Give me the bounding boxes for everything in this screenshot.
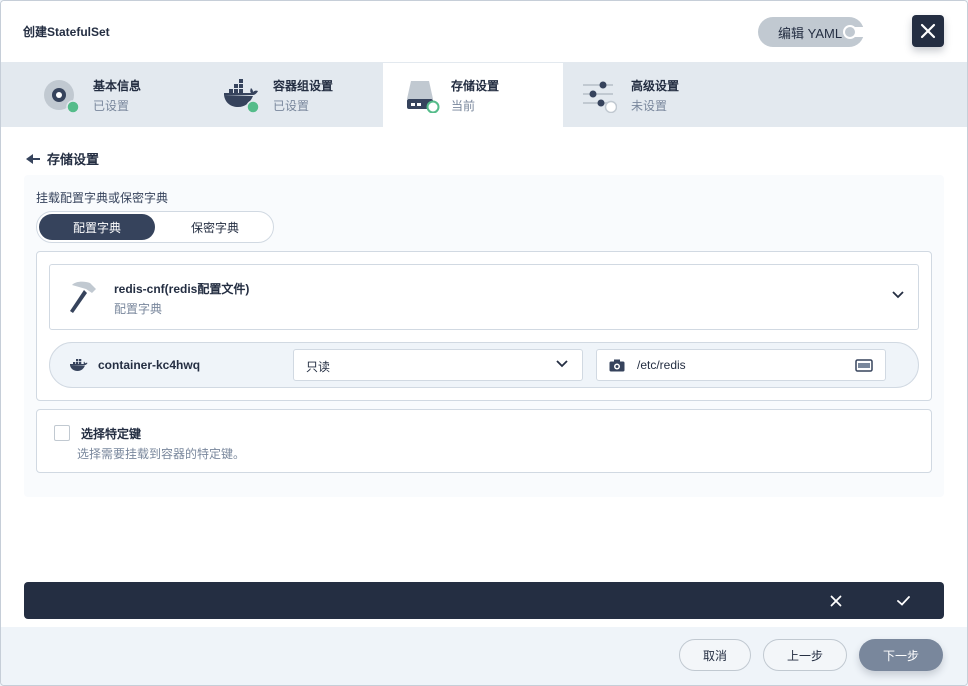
- specific-keys-box: 选择特定键 选择需要挂载到容器的特定键。: [36, 409, 932, 473]
- specific-keys-desc: 选择需要挂载到容器的特定键。: [77, 447, 246, 461]
- modal-title: 创建StatefulSet: [23, 25, 110, 39]
- modal-footer: 取消 上一步 下一步: [1, 627, 967, 685]
- next-step-button[interactable]: 下一步: [859, 639, 943, 671]
- chevron-down-icon: [892, 291, 904, 299]
- section-title: 存储设置: [47, 152, 100, 167]
- step-status: 当前: [451, 99, 476, 113]
- hammer-icon: [70, 281, 96, 313]
- step-name: 高级设置: [631, 79, 680, 93]
- keyboard-icon: [855, 359, 873, 372]
- sliders-icon: [583, 81, 617, 113]
- step-status: 未设置: [631, 99, 668, 113]
- yaml-switch[interactable]: [843, 25, 872, 39]
- mount-label: 挂载配置字典或保密字典: [36, 191, 169, 205]
- edit-yaml-label: 编辑 YAML: [778, 25, 843, 41]
- step-name: 存储设置: [451, 79, 500, 93]
- close-button[interactable]: [912, 15, 944, 47]
- basic-info-icon: [44, 80, 79, 113]
- configmap-name: redis-cnf(redis配置文件): [114, 282, 250, 296]
- segment-configmap[interactable]: 配置字典: [39, 214, 155, 240]
- volume-card: redis-cnf(redis配置文件) 配置字典 container-kc4h…: [36, 251, 932, 401]
- back-arrow-icon: [26, 153, 40, 164]
- close-icon: [830, 595, 842, 607]
- step-advanced-settings[interactable]: 高级设置 未设置: [563, 63, 743, 127]
- toolbar-cancel-button[interactable]: [825, 590, 847, 612]
- specific-keys-checkbox[interactable]: [54, 425, 70, 441]
- step-tabs: 基本信息 已设置 容器组设置 已设置 存储设置 当前 高级设置 未设置: [1, 63, 967, 127]
- step-status: 已设置: [93, 99, 130, 113]
- storage-icon: [407, 81, 440, 113]
- segment-secret[interactable]: 保密字典: [157, 214, 273, 240]
- docker-icon: [70, 359, 88, 371]
- container-mount-row: container-kc4hwq 只读 /etc/redis: [49, 342, 919, 388]
- step-name: 基本信息: [93, 79, 142, 93]
- modal-content: 存储设置 挂载配置字典或保密字典 配置字典 保密字典 redis-cnf(red…: [1, 127, 967, 627]
- modal-header: 创建StatefulSet 编辑 YAML: [1, 1, 967, 63]
- step-pod-settings[interactable]: 容器组设置 已设置: [185, 63, 365, 127]
- step-storage-settings[interactable]: 存储设置 当前: [383, 63, 563, 127]
- source-type-segment: 配置字典 保密字典: [36, 211, 274, 243]
- access-mode-select[interactable]: 只读: [293, 349, 583, 381]
- create-statefulset-modal: 创建StatefulSet 编辑 YAML 基本信息 已设置 容器组设置 已设置…: [0, 0, 968, 686]
- switch-knob: [843, 25, 857, 39]
- docker-icon: [224, 79, 259, 113]
- configmap-select[interactable]: redis-cnf(redis配置文件) 配置字典: [49, 264, 919, 330]
- step-basic-info[interactable]: 基本信息 已设置: [5, 63, 185, 127]
- edit-yaml-toggle[interactable]: 编辑 YAML: [758, 17, 872, 47]
- cancel-button[interactable]: 取消: [679, 639, 751, 671]
- mount-path-value: /etc/redis: [637, 358, 686, 372]
- access-mode-value: 只读: [306, 360, 331, 374]
- camera-icon: [609, 359, 625, 372]
- container-name: container-kc4hwq: [98, 358, 201, 372]
- step-name: 容器组设置: [273, 79, 334, 93]
- back-link[interactable]: 存储设置: [25, 149, 99, 168]
- confirm-toolbar: [24, 582, 944, 619]
- check-icon: [896, 596, 910, 606]
- previous-step-button[interactable]: 上一步: [763, 639, 847, 671]
- step-status: 已设置: [273, 99, 310, 113]
- storage-panel: 挂载配置字典或保密字典 配置字典 保密字典 redis-cnf(redis配置文…: [24, 175, 944, 497]
- specific-keys-label: 选择特定键: [81, 427, 142, 441]
- toolbar-confirm-button[interactable]: [892, 590, 914, 612]
- mount-path-input[interactable]: /etc/redis: [596, 349, 886, 381]
- configmap-type: 配置字典: [114, 302, 163, 316]
- chevron-down-icon: [556, 360, 568, 368]
- close-icon: [920, 23, 936, 39]
